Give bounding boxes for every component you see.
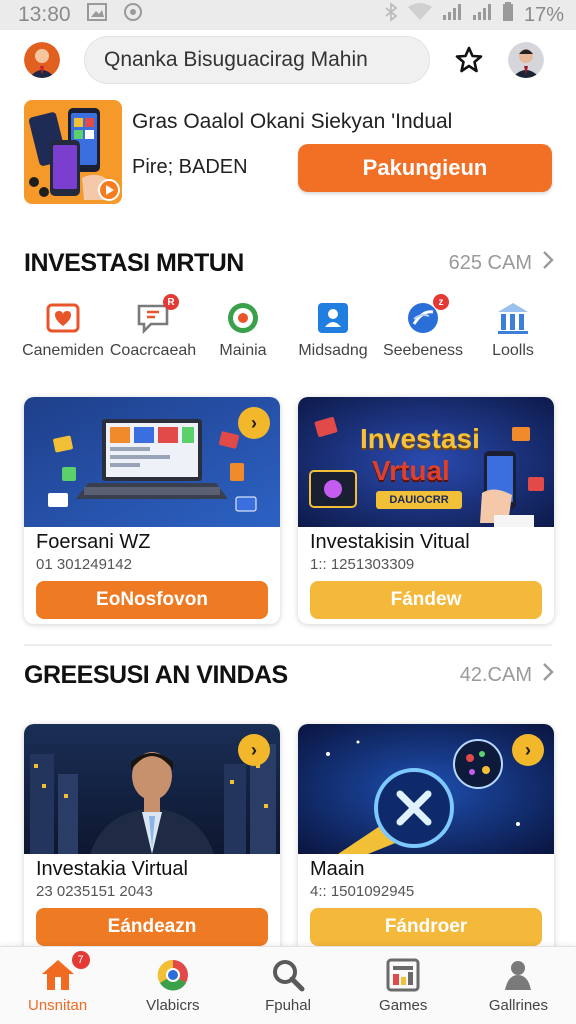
chrome-icon [155,957,191,993]
map-pin-icon [225,300,261,336]
card-banner-subtitle: Vrtual [372,455,450,486]
promo-banner[interactable]: Gras Oaalol Okani Siekyan 'Indual Pire; … [24,98,554,206]
section-title: INVESTASI MRTUN [24,248,244,277]
see-more-link[interactable]: 42.CAM [460,662,554,688]
search-icon [270,957,306,993]
card-action-button[interactable]: EoNosfovon [36,581,268,619]
see-more-link[interactable]: 625 CAM [449,250,554,276]
category-row: Canemiden R Coacrcaeah Mainia Midsadng z… [18,294,558,370]
category-label: Midsadng [298,342,368,359]
promo-title: Gras Oaalol Okani Siekyan 'Indual [132,110,453,133]
category-item[interactable]: Mainia [198,300,288,370]
bank-icon [495,300,531,336]
section-header-greesusi: GREESUSI AN VINDAS 42.CAM [24,658,554,692]
notification-badge: z [433,294,449,310]
card-action-button[interactable]: Fándroer [310,908,542,946]
content-card[interactable]: Investasi Vrtual DAUIOCRR Investakisin V… [298,397,554,624]
nav-label: Fpuhal [265,997,311,1014]
card-subtitle: 01 301249142 [36,556,132,573]
see-more-label: 625 CAM [448,251,532,274]
chat-icon: R [135,294,179,336]
user-avatar[interactable] [508,42,544,78]
profile-avatar[interactable] [24,42,60,78]
compass-icon: z [405,294,449,336]
card-subtitle: 4:: 1501092945 [310,883,415,900]
chevron-right-icon [542,662,554,688]
section-divider [24,644,552,646]
card-banner-tag: DAUIOCRR [376,491,462,509]
chevron-right-icon[interactable]: › [512,734,544,766]
person-card-icon [315,300,351,336]
card-title: Maain [310,858,365,880]
bottom-navigation: 7 Unsnitan Vlabicrs Fpuhal Games Gallrin… [0,946,576,1024]
notification-badge: R [163,294,179,310]
card-action-button[interactable]: Eándeazn [36,908,268,946]
section-header-investasi: INVESTASI MRTUN 625 CAM [24,246,554,280]
card-image: Investasi Vrtual DAUIOCRR [298,397,554,527]
person-icon [500,957,536,993]
image-notification-icon [86,3,107,27]
category-item[interactable]: Midsadng [288,300,378,370]
card-image: › [24,397,280,527]
home-icon: 7 [40,951,90,993]
card-image: › [298,724,554,854]
nav-tab-home[interactable]: 7 Unsnitan [0,947,115,1024]
category-label: Canemiden [22,342,104,359]
games-icon [385,957,421,993]
favorite-icon[interactable] [452,43,486,77]
nav-tab-games[interactable]: Games [346,947,461,1024]
chevron-right-icon [542,250,554,276]
category-label: Loolls [492,342,534,359]
nav-label: Unsnitan [28,997,88,1014]
category-item[interactable]: Canemiden [18,300,108,370]
signal-icon [442,3,462,27]
chevron-right-icon[interactable]: › [238,407,270,439]
search-text: Qnanka Bisuguacirag Mahin [104,48,368,71]
category-label: Coacrcaeah [109,342,197,359]
card-banner-title: Investasi [360,423,480,454]
notification-badge: 7 [71,951,90,969]
nav-label: Gallrines [488,997,548,1014]
nav-tab-browser[interactable]: Vlabicrs [115,947,230,1024]
signal-icon-2 [472,3,492,27]
promo-thumbnail [24,100,122,204]
nav-tab-search[interactable]: Fpuhal [230,947,345,1024]
nav-tab-gallery[interactable]: Gallrines [461,947,576,1024]
card-subtitle: 1:: 1251303309 [310,556,415,573]
card-title: Foersani WZ [36,531,151,553]
promo-cta-button[interactable]: Pakungieun [298,144,552,192]
section-title: GREESUSI AN VINDAS [24,660,288,689]
content-card[interactable]: › Maain 4:: 1501092945 Fándroer [298,724,554,964]
category-label: Mainia [219,342,267,359]
battery-level: 17% [523,3,564,26]
chevron-right-icon[interactable]: › [238,734,270,766]
category-item[interactable]: z Seebeness [378,294,468,370]
card-image: › [24,724,280,854]
wifi-icon [407,3,432,27]
top-bar: Qnanka Bisuguacirag Mahin [0,32,576,88]
content-card[interactable]: › Foersani WZ 01 301249142 EoNosfovon [24,397,280,624]
content-card[interactable]: › Investakia Virtual 23 0235151 2043 Eán… [24,724,280,964]
heart-box-icon [45,300,81,336]
status-time: 13:80 [18,3,71,26]
card-action-button[interactable]: Fándew [310,581,542,619]
card-title: Investakia Virtual [36,858,188,880]
status-bar: 13:80 17% [0,0,576,30]
category-label: Seebeness [382,342,464,359]
search-bar[interactable]: Qnanka Bisuguacirag Mahin [84,36,430,84]
sync-notification-icon [123,2,143,28]
see-more-label: 42.CAM [459,663,532,686]
battery-icon [502,2,514,28]
nav-label: Games [379,997,428,1014]
nav-label: Vlabicrs [146,997,200,1014]
category-item[interactable]: Loolls [468,300,558,370]
card-title: Investakisin Vitual [310,531,470,553]
bluetooth-icon [384,2,398,28]
category-item[interactable]: R Coacrcaeah [108,294,198,370]
promo-subtitle: Pire; BADEN [132,156,248,178]
card-subtitle: 23 0235151 2043 [36,883,153,900]
